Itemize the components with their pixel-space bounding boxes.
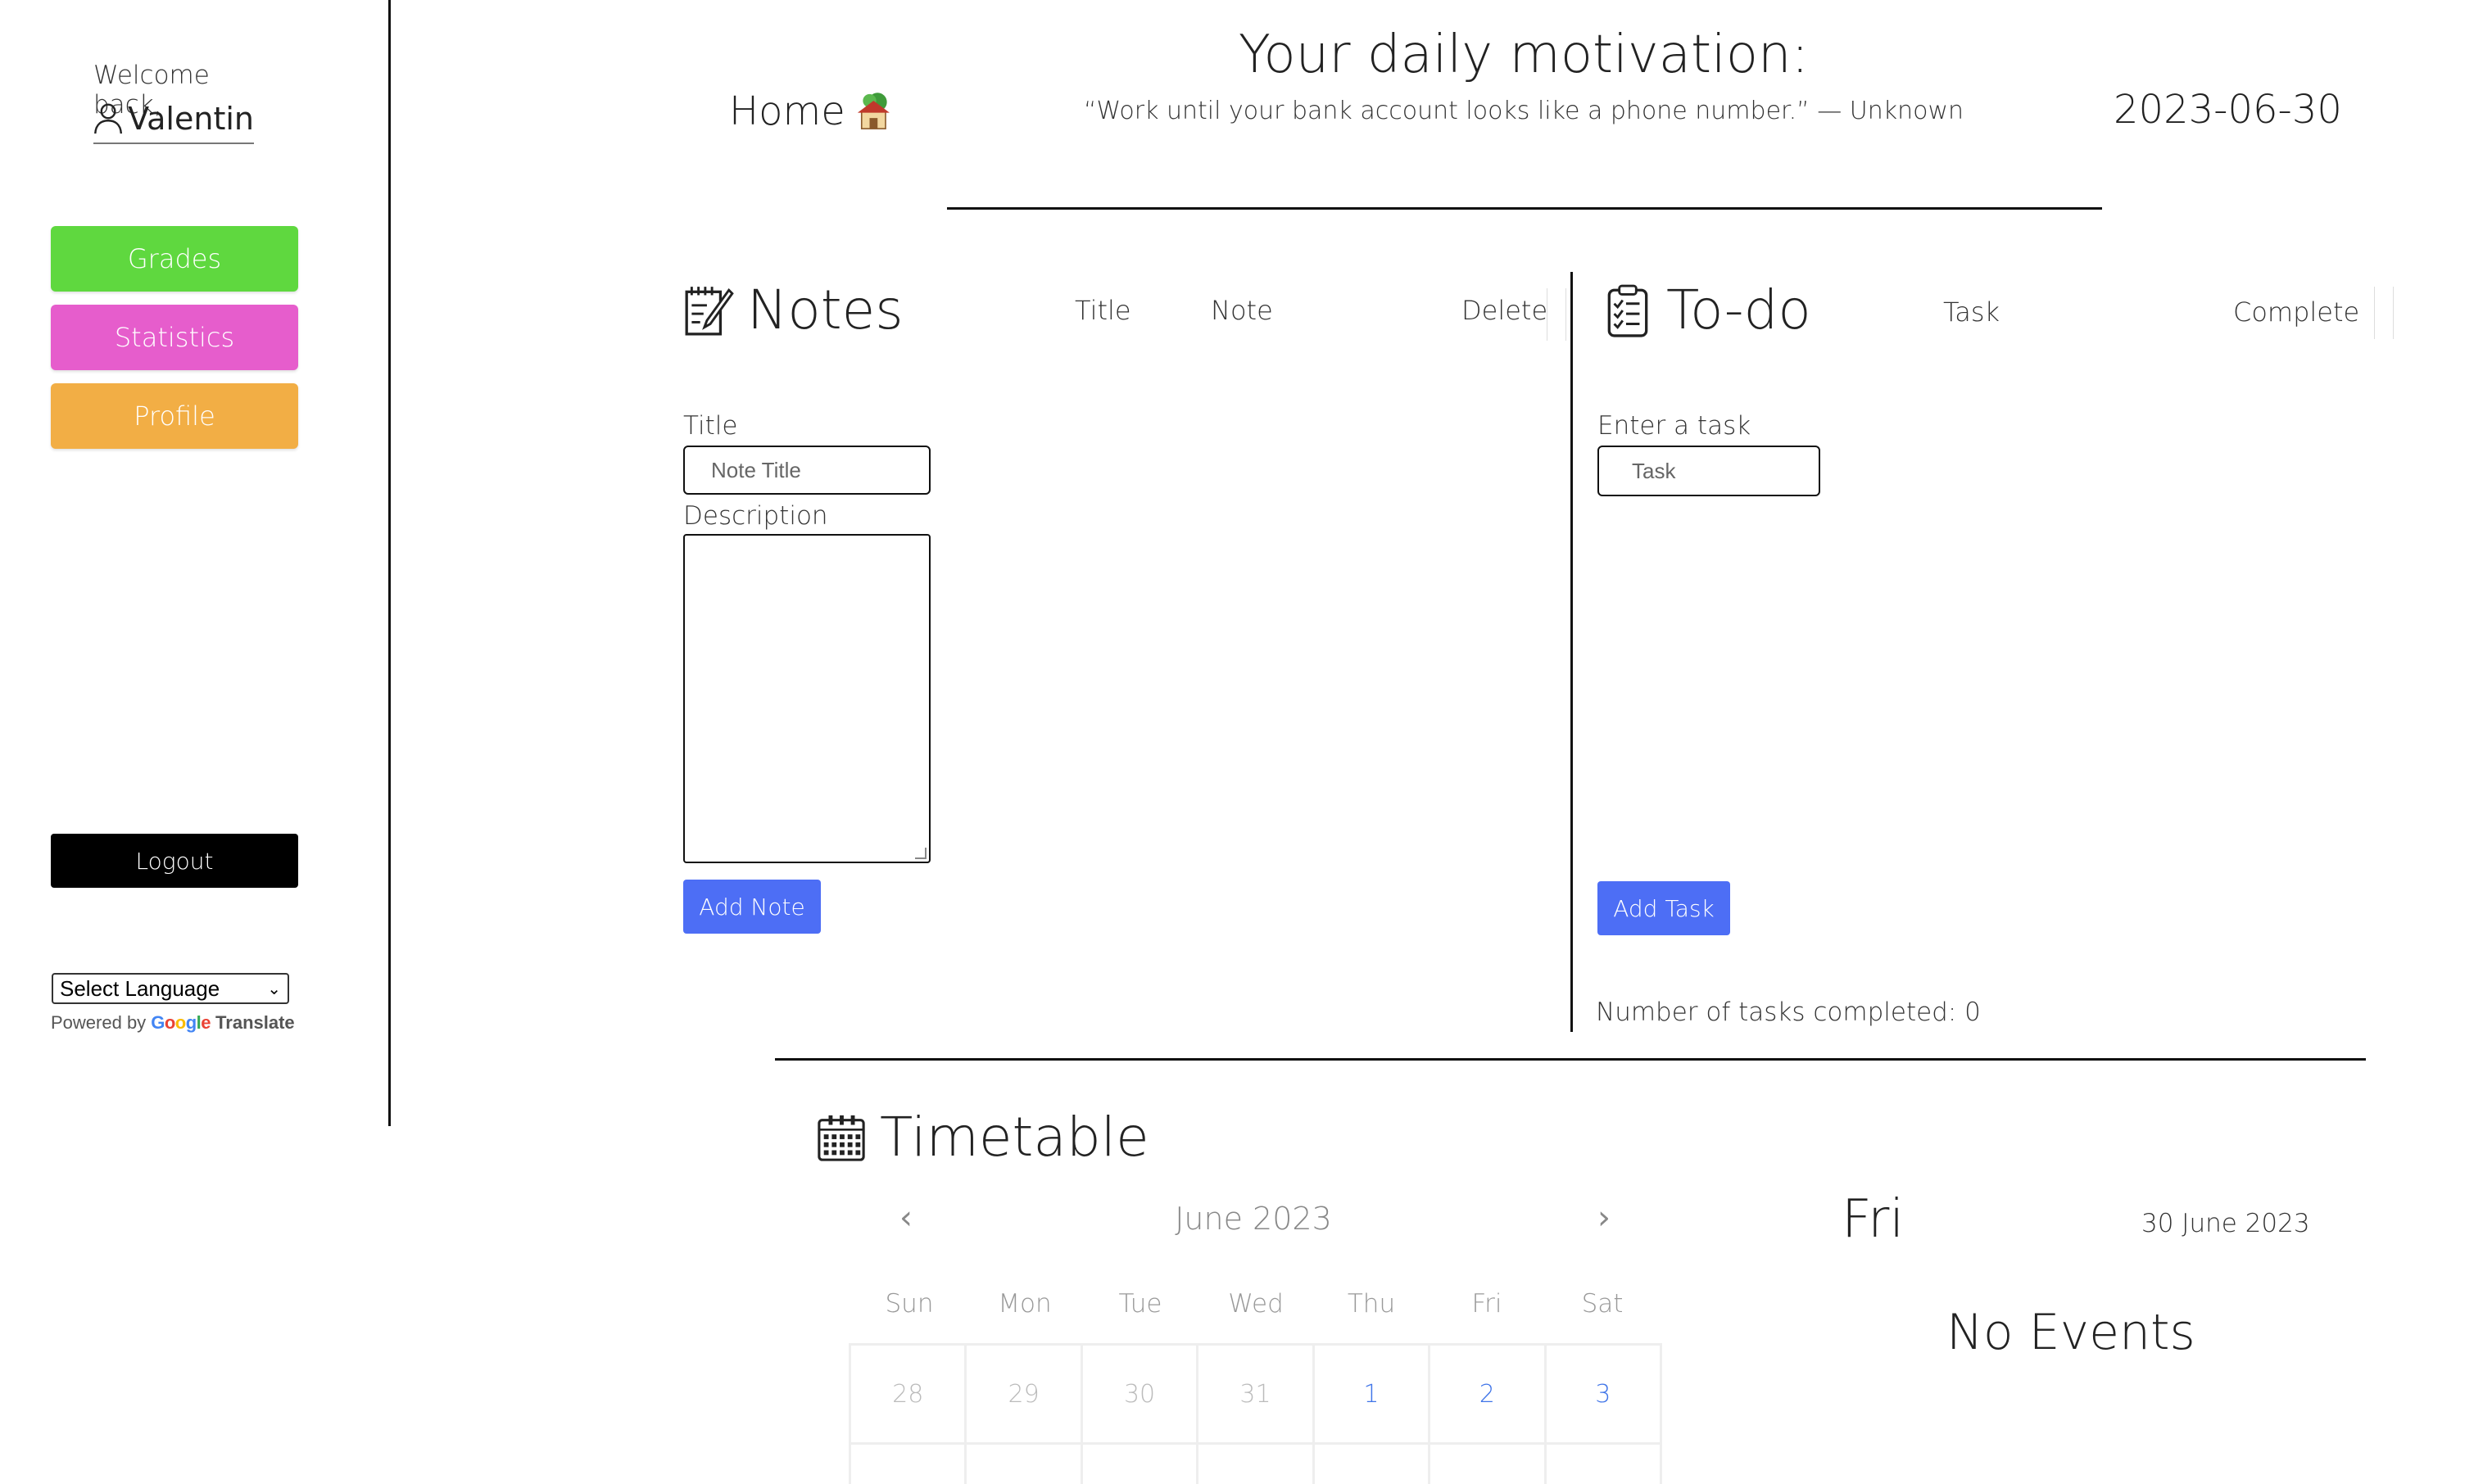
motivation-quote: “Work until your bank account looks like…: [1083, 97, 1964, 125]
language-select-value: Select Language: [60, 975, 220, 1001]
selected-day-name: Fri: [1842, 1189, 1905, 1250]
todo-col-task: Task: [1943, 296, 2000, 328]
weekday-thu: Thu: [1347, 1289, 1396, 1319]
notes-col-note: Note: [1211, 295, 1273, 326]
calendar-day[interactable]: 30: [1082, 1346, 1199, 1445]
description-label: Description: [683, 501, 828, 531]
language-select[interactable]: Select Language ⌄: [52, 973, 289, 1004]
weekday-mon: Mon: [998, 1289, 1052, 1319]
no-events-text: No Events: [1946, 1304, 2195, 1361]
weekday-sun: Sun: [885, 1289, 934, 1319]
notes-heading: Notes: [683, 278, 904, 342]
powered-by-text: Powered by: [51, 1012, 147, 1033]
calendar-day[interactable]: [1430, 1445, 1547, 1484]
calendar-day[interactable]: [1315, 1445, 1431, 1484]
next-month-button[interactable]: ›: [1597, 1199, 1611, 1237]
user-profile-link[interactable]: Valentin: [93, 95, 254, 144]
calendar-day[interactable]: [1198, 1445, 1315, 1484]
note-title-placeholder: Note Title: [711, 457, 801, 482]
weekday-fri: Fri: [1471, 1289, 1502, 1319]
task-placeholder: Task: [1632, 458, 1676, 483]
weekday-tue: Tue: [1118, 1289, 1162, 1319]
todo-title: To-do: [1666, 278, 1811, 342]
prev-month-button[interactable]: ‹: [899, 1199, 913, 1237]
motivation-title: Your daily motivation:: [1238, 25, 1810, 85]
calendar-day[interactable]: 29: [967, 1346, 1083, 1445]
home-label: Home: [729, 88, 845, 134]
weekday-sat: Sat: [1581, 1289, 1624, 1319]
section-divider: [775, 1058, 2366, 1061]
statistics-button[interactable]: Statistics: [51, 305, 298, 370]
task-label: Enter a task: [1597, 411, 1751, 441]
notes-col-title: Title: [1075, 295, 1131, 326]
header-divider: [947, 207, 2102, 210]
todo-heading: To-do: [1602, 278, 1811, 342]
calendar-day[interactable]: 1: [1314, 1346, 1431, 1445]
task-input[interactable]: Task: [1597, 446, 1820, 496]
calendar-icon: [818, 1115, 865, 1161]
tasks-completed-count: Number of tasks completed: 0: [1596, 998, 1981, 1027]
current-date: 2023-06-30: [2114, 87, 2342, 133]
note-title-input[interactable]: Note Title: [683, 446, 931, 495]
logout-button[interactable]: Logout: [51, 834, 298, 888]
page: Welcome back, Valentin Grades Statistics…: [0, 0, 2492, 1484]
google-logo: Google: [151, 1012, 211, 1033]
calendar-day[interactable]: [967, 1445, 1083, 1484]
selected-date: 30 June 2023: [2141, 1209, 2310, 1238]
description-textarea[interactable]: [683, 534, 931, 863]
grades-button[interactable]: Grades: [51, 226, 298, 292]
calendar-day[interactable]: [1547, 1445, 1662, 1484]
todo-table-scrollbar[interactable]: [2374, 287, 2394, 339]
calendar-day[interactable]: 31: [1198, 1346, 1315, 1445]
notes-table-scrollbar[interactable]: [1547, 288, 1566, 341]
calendar-day[interactable]: [851, 1445, 967, 1484]
chevron-down-icon: ⌄: [267, 980, 281, 998]
sidebar-divider: [388, 0, 391, 1126]
home-heading: Home: [729, 88, 896, 134]
note-title-label: Title: [683, 411, 738, 441]
calendar-day[interactable]: 28: [851, 1346, 967, 1445]
timetable-title: Timetable: [880, 1106, 1149, 1169]
resize-handle-icon[interactable]: [915, 848, 927, 859]
notepad-pencil-icon: [685, 286, 734, 336]
calendar-day[interactable]: 3: [1546, 1346, 1662, 1445]
timetable-heading: Timetable: [816, 1106, 1149, 1169]
calendar-day[interactable]: [1083, 1445, 1199, 1484]
calendar-grid: 28 29 30 31 1 2 3: [849, 1343, 1662, 1484]
translate-link[interactable]: Translate: [215, 1012, 295, 1034]
todo-col-complete: Complete: [2233, 296, 2360, 328]
notes-todo-divider: [1570, 272, 1573, 1032]
add-note-button[interactable]: Add Note: [683, 880, 821, 934]
add-task-button[interactable]: Add Task: [1597, 881, 1730, 935]
username: Valentin: [128, 101, 254, 137]
clipboard-checklist-icon: [1607, 284, 1648, 337]
house-icon: [857, 93, 890, 129]
google-translate-attribution: Powered by Google Translate: [51, 1012, 295, 1034]
user-icon: [94, 103, 123, 134]
calendar-month-label: June 2023: [1175, 1201, 1332, 1237]
calendar-day[interactable]: 2: [1430, 1346, 1547, 1445]
notes-col-delete: Delete: [1461, 295, 1548, 326]
profile-button[interactable]: Profile: [51, 383, 298, 449]
notes-title: Notes: [747, 278, 904, 342]
weekday-wed: Wed: [1228, 1289, 1284, 1319]
